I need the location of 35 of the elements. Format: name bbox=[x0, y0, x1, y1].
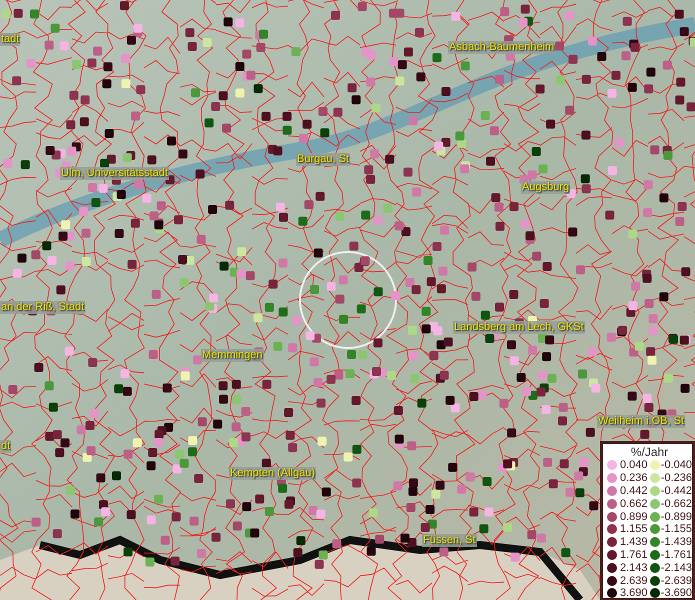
place-label: tadt bbox=[0, 33, 20, 46]
legend-value: -0.442 bbox=[660, 484, 692, 497]
legend-value: 2.639 bbox=[620, 574, 649, 587]
legend-title: %/Jahr bbox=[630, 445, 670, 459]
legend-value: 1.155 bbox=[620, 523, 649, 536]
legend-value: 0.040 bbox=[620, 459, 649, 472]
legend-value: 0.442 bbox=[620, 484, 649, 497]
place-label: an der Riß, Stadt bbox=[0, 301, 86, 314]
legend-value: 0.899 bbox=[620, 510, 649, 523]
legend-value: 0.236 bbox=[620, 472, 649, 484]
legend-value: -1.439 bbox=[660, 536, 692, 548]
place-label: Asbach-Bäumenheim bbox=[448, 41, 556, 54]
legend-value: 0.662 bbox=[620, 498, 649, 510]
legend-value: -0.040 bbox=[660, 459, 692, 472]
place-label: Landsberg am Lech, GKSt bbox=[453, 321, 585, 334]
place-label: Memmingen bbox=[201, 349, 264, 362]
legend-value: -0.899 bbox=[660, 510, 692, 523]
legend-value: 1.761 bbox=[620, 548, 649, 561]
place-label: Ulm, Universitätsstadt bbox=[60, 167, 169, 180]
place-label: Füssen, St bbox=[422, 534, 477, 547]
place-label: Burgau, St bbox=[296, 153, 350, 166]
place-label: Kempten (Allgäu) bbox=[229, 467, 316, 480]
legend-value: -0.662 bbox=[660, 498, 692, 510]
legend-value: -1.761 bbox=[660, 548, 692, 561]
place-label: Weilheim i.OB, St bbox=[597, 415, 685, 428]
legend-value: -1.155 bbox=[660, 523, 692, 536]
legend-value: 1.439 bbox=[620, 536, 649, 548]
legend-value: -3.690 bbox=[660, 587, 692, 600]
legend-value: 2.143 bbox=[620, 562, 649, 574]
legend-value: 3.690 bbox=[620, 587, 649, 600]
place-label: Augsburg bbox=[521, 181, 570, 194]
legend-value: -2.639 bbox=[660, 574, 692, 587]
legend-value: -2.143 bbox=[660, 562, 692, 574]
place-label: dt bbox=[0, 440, 12, 453]
legend-value: -0.236 bbox=[660, 472, 692, 484]
